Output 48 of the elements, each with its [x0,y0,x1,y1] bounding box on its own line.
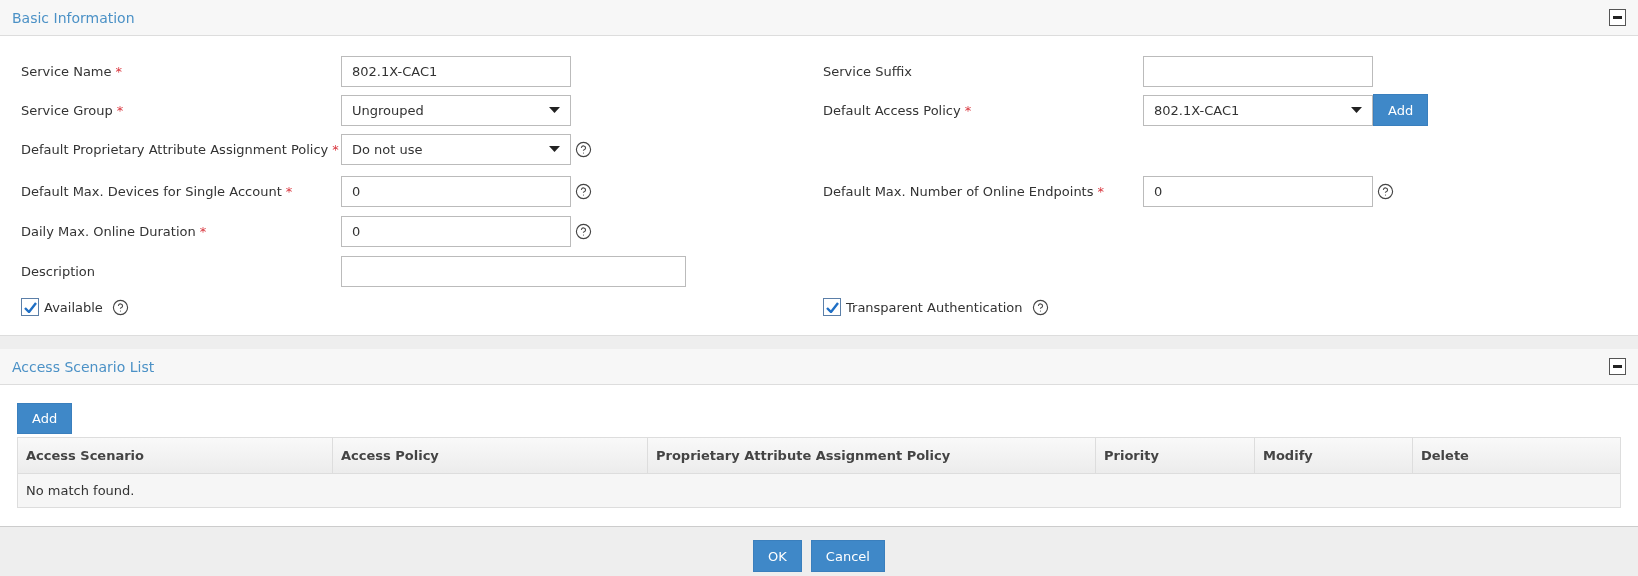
add-button[interactable]: Add [1373,94,1429,126]
section-title: Access Scenario List [12,358,155,375]
ok-button[interactable]: OK [753,540,802,572]
empty-message: No match found. [18,474,1620,507]
dropdown[interactable]: 802.1X-CAC1 [1143,94,1373,126]
help-icon[interactable] [1031,298,1049,316]
column-header: Delete [1420,447,1470,465]
field-label: Default Max. Number of Online Endpoints * [823,183,1105,199]
field-label: Daily Max. Online Duration * [21,223,208,239]
dropdown[interactable]: Ungrouped [341,94,571,126]
help-icon[interactable] [111,298,129,316]
field-label: Service Name * [21,63,124,79]
column-header: Access Scenario [18,438,333,473]
field-label: Default Max. Devices for Single Account * [21,183,294,199]
checkbox[interactable] [823,298,841,316]
checkmark-icon [23,301,37,313]
caret-icon [549,146,560,152]
input-field[interactable]: 0 [1143,175,1373,207]
help-icon[interactable] [575,222,592,240]
field-label: Default Proprietary Attribute Assignment Policy * [21,141,340,157]
column-header: Access Policy [333,438,648,473]
column-header: Priority [1096,438,1255,473]
checkmark-icon [825,301,839,313]
field-label: Default Access Policy * [823,102,973,118]
field-label: Service Suffix [823,63,913,79]
help-icon[interactable] [575,140,592,158]
cancel-button[interactable]: Cancel [810,540,885,572]
checkbox-label: Available [44,299,103,315]
collapse-button[interactable] [1609,358,1626,375]
field-label: Description [21,263,97,279]
collapse-button[interactable] [1609,9,1626,26]
input-field[interactable]: 0 [341,215,571,247]
input-field[interactable]: 802.1X-CAC1 [341,55,571,87]
caret-icon [1351,107,1362,113]
input-field[interactable] [341,255,686,287]
help-icon[interactable] [575,182,592,200]
input-field[interactable] [1143,55,1373,87]
dropdown[interactable]: Do not use [341,133,571,165]
caret-icon [549,107,560,113]
column-header: Modify [1255,438,1413,473]
add-button[interactable]: Add [17,403,73,434]
section-title: Basic Information [12,9,135,26]
checkbox-label: Transparent Authentication [846,299,1023,315]
input-field[interactable]: 0 [341,175,571,207]
field-label: Service Group * [21,102,125,118]
column-header: Proprietary Attribute Assignment Policy [648,438,1096,473]
checkbox[interactable] [21,298,39,316]
help-icon[interactable] [1377,182,1394,200]
